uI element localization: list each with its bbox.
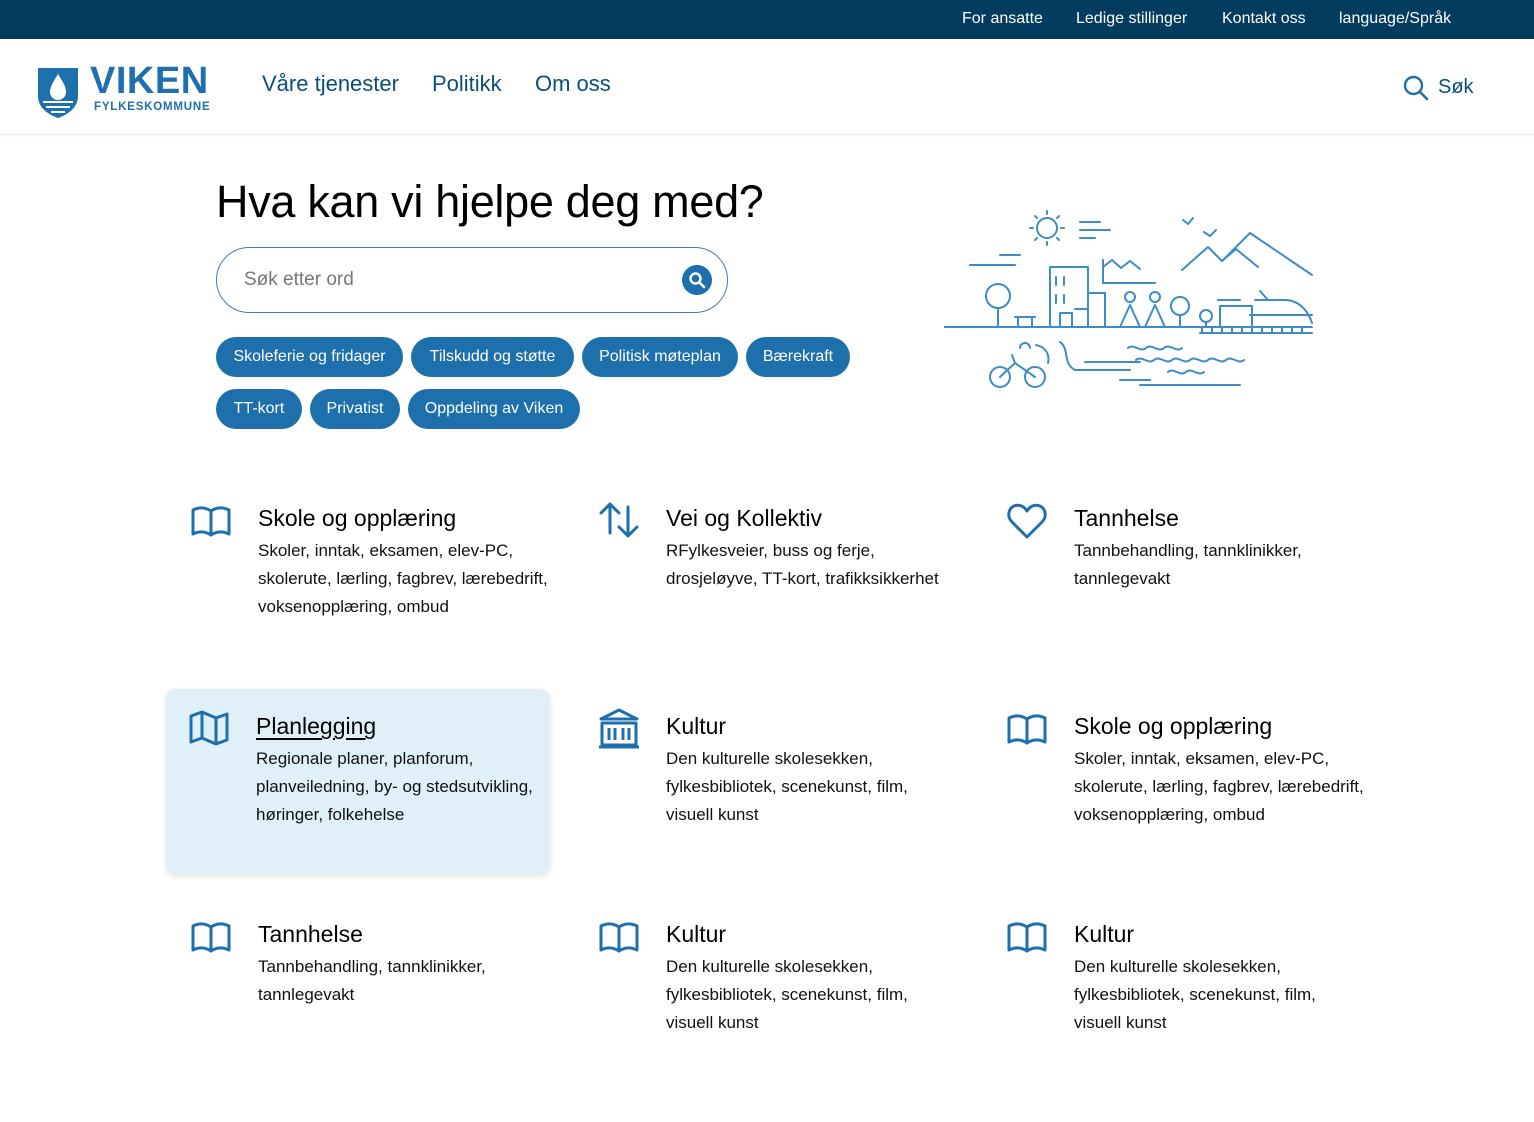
city-landscape-illustration (944, 210, 1313, 388)
link-for-ansatte[interactable]: For ansatte (962, 10, 1043, 28)
search-icon (689, 272, 706, 289)
link-language[interactable]: language/Språk (1339, 10, 1451, 28)
service-card-desc: Regionale planer, planforum, planveiledn… (256, 749, 533, 824)
quicklink-baerekraft[interactable]: Bærekraft (746, 337, 850, 377)
page-title: Hva kan vi hjelpe deg med? (216, 176, 764, 227)
quicklink-tilskudd[interactable]: Tilskudd og støtte (411, 337, 574, 377)
service-card[interactable]: Skole og opplæring Skoler, inntak, eksam… (168, 481, 552, 666)
service-card-desc: Den kulturelle skolesekken, fylkesbiblio… (666, 749, 908, 824)
service-card-title: Planlegging (256, 713, 377, 739)
search-icon (1403, 75, 1429, 101)
site-header: VIKEN FYLKESKOMMUNE Våre tjenester Polit… (0, 39, 1534, 135)
quicklink-politisk-moteplan[interactable]: Politisk møteplan (582, 337, 738, 377)
service-card-desc: Tannbehandling, tannklinikker, tannlegev… (258, 957, 486, 1004)
service-card[interactable]: Tannhelse Tannbehandling, tannklinikker,… (168, 897, 552, 1082)
service-card-title: Kultur (666, 921, 727, 947)
service-card-desc: Skoler, inntak, eksamen, elev-PC, skoler… (1074, 749, 1364, 824)
service-card-hovered[interactable]: Planlegging Regionale planer, planforum,… (166, 689, 550, 874)
service-card[interactable]: Vei og Kollektiv RFylkesveier, buss og f… (576, 481, 960, 666)
quicklink-oppdeling[interactable]: Oppdeling av Viken (408, 389, 580, 429)
nav-politikk[interactable]: Politikk (432, 71, 502, 97)
service-card[interactable]: Skole og opplæring Skoler, inntak, eksam… (984, 689, 1368, 874)
search-submit-button[interactable] (682, 265, 712, 295)
service-card-title: Skole og opplæring (258, 505, 457, 531)
hero-search-box (216, 247, 728, 313)
museum-icon (599, 708, 639, 749)
service-card[interactable]: Kultur Den kulturelle skolesekken, fylke… (576, 689, 960, 874)
service-card[interactable]: Kultur Den kulturelle skolesekken, fylke… (576, 897, 960, 1082)
quicklink-privatist[interactable]: Privatist (310, 389, 400, 429)
service-card-desc: Skoler, inntak, eksamen, elev-PC, skoler… (258, 541, 548, 616)
book-icon (1007, 714, 1047, 745)
service-card-desc: Tannbehandling, tannklinikker, tannlegev… (1074, 541, 1302, 588)
header-search-label: Søk (1438, 76, 1474, 98)
nav-vare-tjenester[interactable]: Våre tjenester (262, 71, 399, 97)
book-icon (599, 922, 639, 953)
service-card-title: Kultur (1074, 921, 1135, 947)
service-card-title: Skole og opplæring (1074, 713, 1273, 739)
search-input[interactable] (244, 266, 664, 294)
service-card-title: Kultur (666, 713, 727, 739)
service-card-title: Tannhelse (258, 921, 363, 947)
viken-logo[interactable]: VIKEN FYLKESKOMMUNE (37, 60, 217, 121)
book-icon (191, 922, 231, 953)
nav-om-oss[interactable]: Om oss (535, 71, 611, 97)
map-icon (189, 710, 229, 746)
quicklink-skoleferie[interactable]: Skoleferie og fridager (216, 337, 403, 377)
link-ledige-stillinger[interactable]: Ledige stillinger (1076, 10, 1187, 28)
heart-icon (1007, 503, 1047, 539)
logo-subtitle: FYLKESKOMMUNE (94, 101, 211, 113)
top-utility-bar: For ansatte Ledige stillinger Kontakt os… (0, 0, 1534, 39)
service-card-desc: RFylkesveier, buss og ferje, drosjeløyve… (666, 541, 939, 588)
service-card-desc: Den kulturelle skolesekken, fylkesbiblio… (1074, 957, 1316, 1032)
arrows-updown-icon (599, 502, 639, 538)
service-card-title: Tannhelse (1074, 505, 1179, 531)
service-card-title: Vei og Kollektiv (666, 505, 822, 531)
shield-logo-icon (38, 68, 78, 118)
quicklink-tt-kort[interactable]: TT-kort (216, 389, 302, 429)
book-icon (191, 506, 231, 537)
service-card[interactable]: Kultur Den kulturelle skolesekken, fylke… (984, 897, 1368, 1082)
link-kontakt-oss[interactable]: Kontakt oss (1222, 10, 1306, 28)
book-icon (1007, 922, 1047, 953)
service-card[interactable]: Tannhelse Tannbehandling, tannklinikker,… (984, 481, 1368, 666)
service-card-desc: Den kulturelle skolesekken, fylkesbiblio… (666, 957, 908, 1032)
logo-wordmark: VIKEN (90, 60, 209, 102)
